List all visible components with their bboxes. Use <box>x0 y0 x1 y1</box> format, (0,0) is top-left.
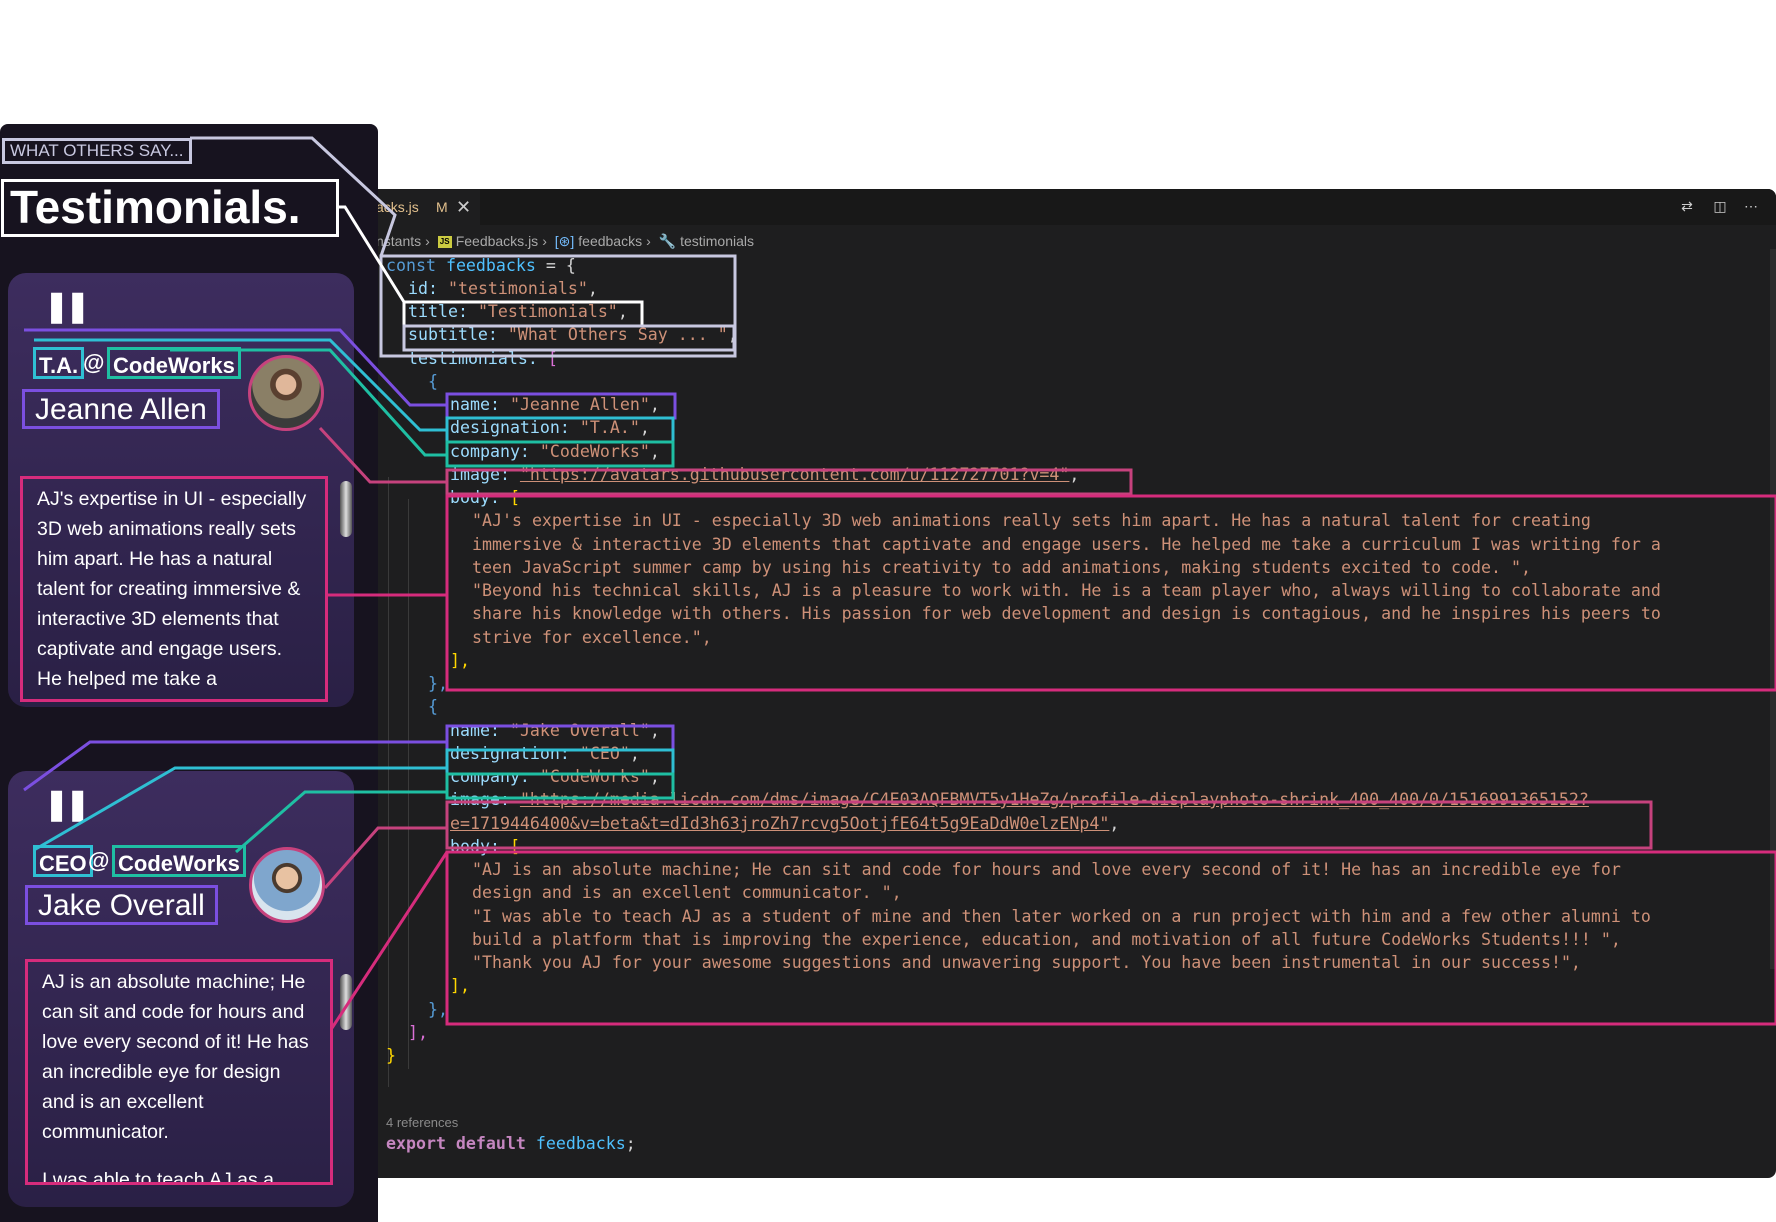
code-area[interactable]: const feedbacks = { id: "testimonials", … <box>368 189 1776 1178</box>
code-line: { <box>428 372 438 391</box>
section-subtitle: WHAT OTHERS SAY... <box>2 138 192 164</box>
code-line: immersive & interactive 3D elements that… <box>472 535 1661 554</box>
code-line: image: "https://media.licdn.com/dms/imag… <box>450 790 1589 809</box>
code-line: teen JavaScript summer camp by using his… <box>472 558 1531 577</box>
avatar <box>249 847 325 923</box>
code-line: body: [ <box>450 488 520 507</box>
code-line: testimonials: [ <box>408 349 558 368</box>
code-line: "I was able to teach AJ as a student of … <box>472 907 1651 926</box>
testimonial-body-paragraph: AJ is an absolute machine; He can sit an… <box>42 971 309 1143</box>
code-line: }, <box>428 674 448 693</box>
designation-tag: T.A. <box>33 347 85 379</box>
code-line: id: "testimonials", <box>408 279 598 298</box>
code-line: "Thank you AJ for your awesome suggestio… <box>472 953 1581 972</box>
testimonial-card: ❚❚ T.A. @ CodeWorks Jeanne Allen AJ's ex… <box>8 273 354 707</box>
code-line: name: "Jake Overall", <box>450 721 660 740</box>
code-line: strive for excellence.", <box>472 628 712 647</box>
code-line: share his knowledge with others. His pas… <box>472 604 1661 623</box>
code-line: company: "CodeWorks", <box>450 442 660 461</box>
testimonial-name: Jake Overall <box>25 885 218 925</box>
avatar <box>248 355 324 431</box>
code-line: designation: "T.A.", <box>450 418 650 437</box>
testimonials-preview-panel: WHAT OTHERS SAY... Testimonials. ❚❚ T.A.… <box>0 124 378 1222</box>
scrollbar-thumb[interactable] <box>340 974 352 1030</box>
section-title: Testimonials. <box>1 179 339 237</box>
code-line: title: "Testimonials", <box>408 302 628 321</box>
code-editor[interactable]: acks.js M ✕ ⇄ ◫ ⋯ nstants › JS Feedbacks.j… <box>368 189 1776 1178</box>
company-tag: CodeWorks <box>112 845 246 877</box>
code-line: ], <box>450 976 470 995</box>
code-line: e=1719446400&v=beta&t=dId3h63jroZh7rcvg5… <box>450 814 1120 833</box>
testimonial-name: Jeanne Allen <box>22 389 220 429</box>
quote-icon: ❚❚ <box>44 290 90 323</box>
code-line: { <box>428 697 438 716</box>
at-symbol: @ <box>83 350 105 375</box>
code-line: company: "CodeWorks", <box>450 767 660 786</box>
testimonial-body: AJ's expertise in UI - especially 3D web… <box>20 476 328 702</box>
testimonial-body-paragraph: I was able to teach AJ as a <box>42 1169 274 1185</box>
code-line: export default feedbacks; <box>386 1134 636 1153</box>
testimonial-body: AJ is an absolute machine; He can sit an… <box>25 959 333 1185</box>
code-line: name: "Jeanne Allen", <box>450 395 660 414</box>
designation-tag: CEO <box>33 845 93 877</box>
code-line: "AJ's expertise in UI - especially 3D we… <box>472 511 1591 530</box>
code-line: body: [ <box>450 837 520 856</box>
code-line: ], <box>408 1023 428 1042</box>
code-line: designation: "CEO", <box>450 744 640 763</box>
code-line: "AJ is an absolute machine; He can sit a… <box>472 860 1621 879</box>
code-line: }, <box>428 1000 448 1019</box>
company-tag: CodeWorks <box>107 347 241 379</box>
scrollbar-thumb[interactable] <box>340 481 352 537</box>
code-line: build a platform that is improving the e… <box>472 930 1621 949</box>
testimonial-card: ❚❚ CEO @ CodeWorks Jake Overall AJ is an… <box>8 771 354 1207</box>
code-lens-references[interactable]: 4 references <box>386 1115 458 1130</box>
code-line: image: "https://avatars.githubuserconten… <box>450 465 1080 484</box>
code-line: const feedbacks = { <box>386 256 576 275</box>
code-line: ], <box>450 651 470 670</box>
code-line: } <box>386 1046 396 1065</box>
code-line: subtitle: "What Others Say ... ", <box>408 325 738 344</box>
code-line: design and is an excellent communicator.… <box>472 883 902 902</box>
at-symbol: @ <box>88 848 110 873</box>
quote-icon: ❚❚ <box>44 788 90 821</box>
code-line: "Beyond his technical skills, AJ is a pl… <box>472 581 1661 600</box>
